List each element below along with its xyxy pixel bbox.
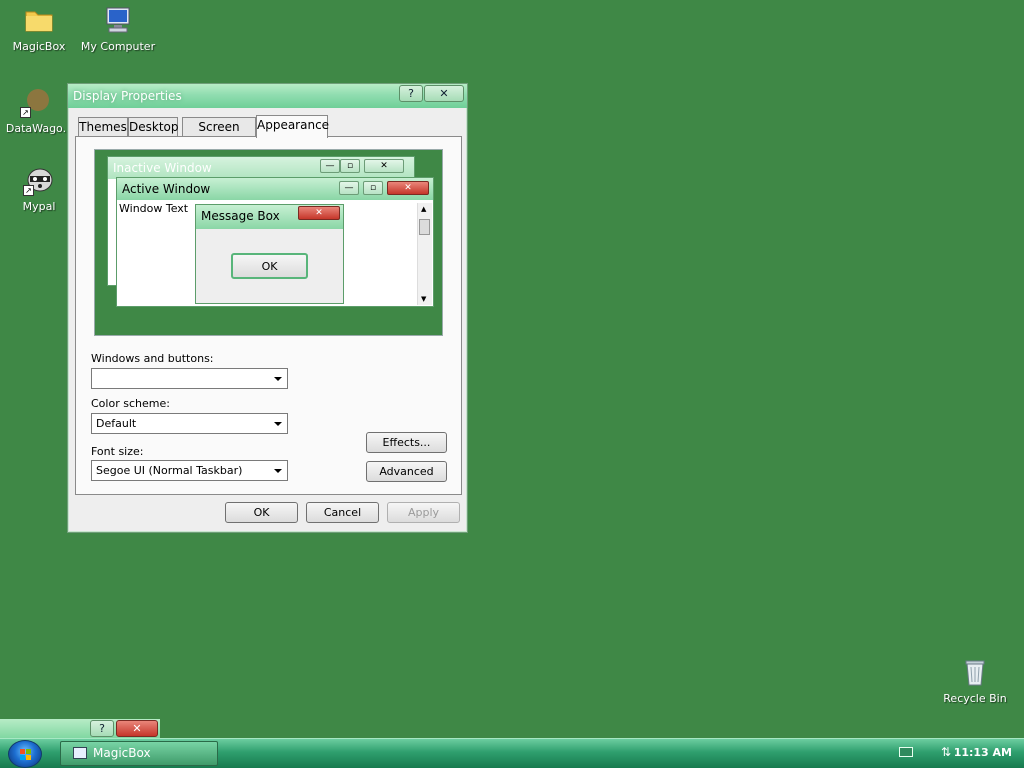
computer-icon	[102, 4, 134, 36]
network-icon[interactable]: ⇅	[941, 745, 951, 759]
taskbar-button-label: MagicBox	[93, 746, 151, 760]
help-button[interactable]: ?	[399, 85, 423, 102]
close-icon: ✕	[387, 181, 429, 195]
maximize-icon: ▫	[363, 181, 383, 195]
windows-and-buttons-label: Windows and buttons:	[91, 352, 214, 365]
preview-message-box: Message Box ✕ OK	[195, 204, 344, 304]
desktop-icon-label: Recycle Bin	[943, 692, 1007, 705]
advanced-button[interactable]: Advanced	[366, 461, 447, 482]
minimize-icon: —	[320, 159, 340, 173]
tab-screen-saver[interactable]: Screen Saver	[182, 117, 256, 152]
scroll-thumb	[419, 219, 430, 235]
folder-icon	[23, 4, 55, 36]
desktop-icon-magicbox[interactable]: MagicBox	[1, 4, 77, 53]
desktop-icon-datawago[interactable]: ↗ DataWago.	[0, 86, 74, 135]
display-properties-dialog: Display Properties ? ✕ Themes Desktop Sc…	[67, 83, 468, 533]
keyboard-icon[interactable]	[899, 747, 913, 757]
desktop-icon-my-computer[interactable]: My Computer	[80, 4, 156, 53]
close-icon: ✕	[298, 206, 340, 220]
close-button[interactable]: ✕	[424, 85, 464, 102]
cancel-button[interactable]: Cancel	[306, 502, 379, 523]
ok-button[interactable]: OK	[225, 502, 298, 523]
chevron-down-icon	[274, 422, 282, 426]
windows-and-buttons-select[interactable]	[91, 368, 288, 389]
window-app-icon	[73, 747, 87, 759]
raccoon-browser-icon: ↗	[23, 164, 55, 196]
desktop-icon-mypal[interactable]: ↗ Mypal	[1, 164, 77, 213]
tab-themes[interactable]: Themes	[78, 117, 128, 137]
scroll-up-icon: ▲	[421, 205, 427, 213]
help-button[interactable]: ?	[90, 720, 114, 737]
clock[interactable]: 11:13 AM	[954, 746, 1012, 759]
preview-scrollbar: ▲ ▼	[417, 203, 432, 305]
windows-logo-icon	[20, 749, 31, 760]
dialog-titlebar[interactable]: Display Properties ? ✕	[68, 84, 467, 108]
desktop-icon-label: Mypal	[22, 200, 56, 213]
color-scheme-value: Default	[96, 417, 137, 430]
start-button[interactable]	[8, 740, 42, 768]
chevron-down-icon	[274, 469, 282, 473]
font-size-select[interactable]: Segoe UI (Normal Taskbar)	[91, 460, 288, 481]
tab-desktop[interactable]: Desktop	[128, 117, 179, 137]
desktop-icon-label: MagicBox	[12, 40, 66, 53]
dialog-title: Display Properties	[73, 89, 182, 103]
preview-ok-button: OK	[231, 253, 308, 279]
recycle-bin-icon	[959, 656, 991, 688]
font-size-value: Segoe UI (Normal Taskbar)	[96, 464, 243, 477]
effects-button[interactable]: Effects...	[366, 432, 447, 453]
taskbar-button-magicbox[interactable]: MagicBox	[60, 741, 218, 766]
color-scheme-label: Color scheme:	[91, 397, 170, 410]
shortcut-arrow-icon: ↗	[20, 107, 31, 118]
close-icon: ✕	[364, 159, 404, 173]
minimize-icon: —	[339, 181, 359, 195]
desktop-icon-recycle-bin[interactable]: Recycle Bin	[937, 656, 1013, 705]
appearance-preview: Inactive Window — ▫ ✕ Active Window — ▫ …	[94, 149, 443, 336]
desktop-icon-label: DataWago.	[5, 122, 67, 135]
chevron-down-icon	[274, 377, 282, 381]
color-scheme-select[interactable]: Default	[91, 413, 288, 434]
desktop-icon-label: My Computer	[80, 40, 156, 53]
preview-window-text: Window Text	[119, 202, 189, 215]
appearance-tab-panel: Inactive Window — ▫ ✕ Active Window — ▫ …	[75, 136, 462, 495]
preview-active-title: Active Window	[117, 178, 433, 200]
maximize-icon: ▫	[340, 159, 360, 173]
app-shortcut-icon: ↗	[20, 86, 52, 118]
minimized-window-bar[interactable]: ? ✕	[0, 719, 160, 739]
shortcut-arrow-icon: ↗	[23, 185, 34, 196]
scroll-down-icon: ▼	[421, 295, 427, 303]
close-button[interactable]: ✕	[116, 720, 158, 737]
font-size-label: Font size:	[91, 445, 144, 458]
tab-appearance[interactable]: Appearance	[256, 115, 329, 138]
apply-button[interactable]: Apply	[387, 502, 460, 523]
